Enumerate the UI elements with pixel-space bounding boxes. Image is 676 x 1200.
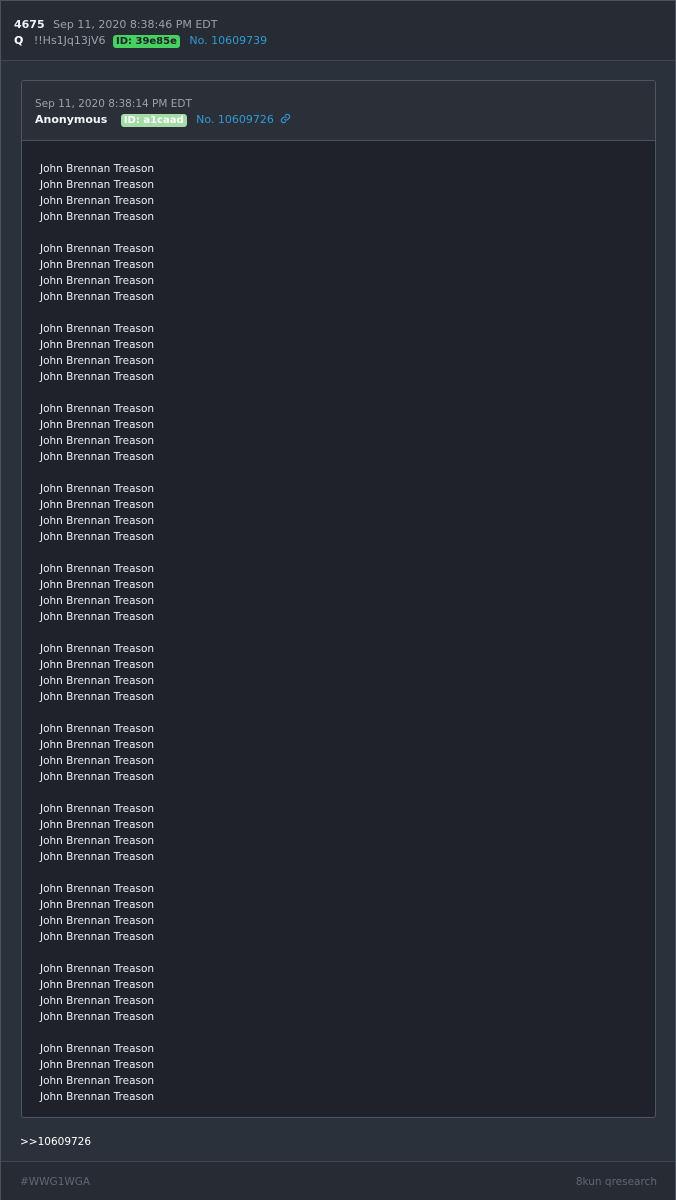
source-label: 8kun qresearch [575, 1176, 657, 1188]
message-line: John Brennan Treason [40, 211, 155, 223]
message-line: John Brennan Treason [40, 531, 155, 543]
message-line: John Brennan Treason [40, 675, 155, 687]
message-line: John Brennan Treason [40, 915, 155, 927]
message-line: John Brennan Treason [40, 371, 155, 383]
post-id-badge: ID: 39e85e [112, 35, 180, 48]
post-number: 4675 [14, 18, 45, 31]
message-line: John Brennan Treason [40, 275, 155, 287]
message-line: John Brennan Treason [40, 483, 155, 495]
message-line: John Brennan Treason [40, 515, 155, 527]
post-number-link[interactable]: No. 10609739 [189, 34, 267, 47]
message-line: John Brennan Treason [40, 403, 155, 415]
message-line-group: John Brennan Treason John Brennan Treaso… [40, 801, 154, 865]
post-author: Q [14, 34, 24, 47]
post-meta-row: 4675 Sep 11, 2020 8:38:46 PM EDT [14, 18, 218, 31]
message-line: John Brennan Treason [40, 259, 155, 271]
message-line: John Brennan Treason [40, 771, 155, 783]
message-line: John Brennan Treason [40, 931, 155, 943]
message-line: John Brennan Treason [40, 1011, 155, 1023]
message-line: John Brennan Treason [40, 611, 155, 623]
message-line-group: John Brennan Treason John Brennan Treaso… [40, 881, 154, 945]
post-footer: #WWG1WGA 8kun qresearch [1, 1161, 675, 1200]
message-line: John Brennan Treason [40, 579, 155, 591]
message-line: John Brennan Treason [40, 1059, 155, 1071]
quoted-post-number-link[interactable]: No. 10609726 [196, 113, 274, 126]
post-header: 4675 Sep 11, 2020 8:38:46 PM EDT Q !!Hs1… [1, 1, 675, 61]
message-line: John Brennan Treason [40, 883, 155, 895]
quoted-post-header: Sep 11, 2020 8:38:14 PM EDT Anonymous ID… [22, 81, 655, 141]
message-line-group: John Brennan Treason John Brennan Treaso… [40, 401, 154, 465]
message-line-group: John Brennan Treason John Brennan Treaso… [40, 721, 154, 785]
message-line: John Brennan Treason [40, 691, 155, 703]
message-line: John Brennan Treason [40, 739, 155, 751]
post-date: Sep 11, 2020 8:38:46 PM EDT [53, 18, 218, 31]
message-line-group: John Brennan Treason John Brennan Treaso… [40, 241, 154, 305]
message-line: John Brennan Treason [40, 979, 155, 991]
quoted-post-id-badge: ID: a1caad [120, 114, 187, 127]
hashtag-text: #WWG1WGA [20, 1176, 91, 1188]
message-line: John Brennan Treason [40, 835, 155, 847]
message-line: John Brennan Treason [40, 1091, 155, 1103]
post-tripcode: !!Hs1Jq13jV6 [33, 34, 106, 47]
message-line: John Brennan Treason [40, 659, 155, 671]
message-line: John Brennan Treason [40, 163, 155, 175]
message-line-group: John Brennan Treason John Brennan Treaso… [40, 1041, 154, 1105]
message-line: John Brennan Treason [40, 819, 155, 831]
message-line-group: John Brennan Treason John Brennan Treaso… [40, 321, 154, 385]
message-line: John Brennan Treason [40, 499, 155, 511]
message-line: John Brennan Treason [40, 595, 155, 607]
message-line: John Brennan Treason [40, 243, 155, 255]
message-line: John Brennan Treason [40, 339, 155, 351]
message-line: John Brennan Treason [40, 291, 155, 303]
message-line: John Brennan Treason [40, 179, 155, 191]
message-line: John Brennan Treason [40, 963, 155, 975]
message-line: John Brennan Treason [40, 899, 155, 911]
quoted-post-author: Anonymous [35, 113, 108, 126]
message-line: John Brennan Treason [40, 355, 155, 367]
message-line: John Brennan Treason [40, 419, 155, 431]
message-line: John Brennan Treason [40, 1075, 155, 1087]
reply-reference[interactable]: >>10609726 [20, 1136, 91, 1148]
quoted-post-date: Sep 11, 2020 8:38:14 PM EDT [35, 98, 192, 110]
message-line: John Brennan Treason [40, 323, 155, 335]
q-post-card: 4675 Sep 11, 2020 8:38:46 PM EDT Q !!Hs1… [0, 0, 676, 1200]
message-line: John Brennan Treason [40, 723, 155, 735]
message-line: John Brennan Treason [40, 1043, 155, 1055]
chain-link-icon[interactable] [280, 113, 291, 124]
message-line: John Brennan Treason [40, 451, 155, 463]
message-line: John Brennan Treason [40, 563, 155, 575]
quoted-post-body: John Brennan Treason John Brennan Treaso… [40, 161, 154, 1117]
post-author-row: Q !!Hs1Jq13jV6 ID: 39e85e No. 10609739 [14, 34, 267, 48]
message-line: John Brennan Treason [40, 195, 155, 207]
message-line: John Brennan Treason [40, 803, 155, 815]
quoted-post-meta: Anonymous ID: a1caad No. 10609726 [35, 113, 291, 127]
message-line-group: John Brennan Treason John Brennan Treaso… [40, 161, 154, 225]
message-line-group: John Brennan Treason John Brennan Treaso… [40, 961, 154, 1025]
message-line: John Brennan Treason [40, 755, 155, 767]
message-line: John Brennan Treason [40, 435, 155, 447]
quoted-post: Sep 11, 2020 8:38:14 PM EDT Anonymous ID… [21, 80, 656, 1118]
message-line-group: John Brennan Treason John Brennan Treaso… [40, 481, 154, 545]
message-line-group: John Brennan Treason John Brennan Treaso… [40, 561, 154, 625]
message-line: John Brennan Treason [40, 643, 155, 655]
message-line: John Brennan Treason [40, 995, 155, 1007]
message-line-group: John Brennan Treason John Brennan Treaso… [40, 641, 154, 705]
message-line: John Brennan Treason [40, 851, 155, 863]
